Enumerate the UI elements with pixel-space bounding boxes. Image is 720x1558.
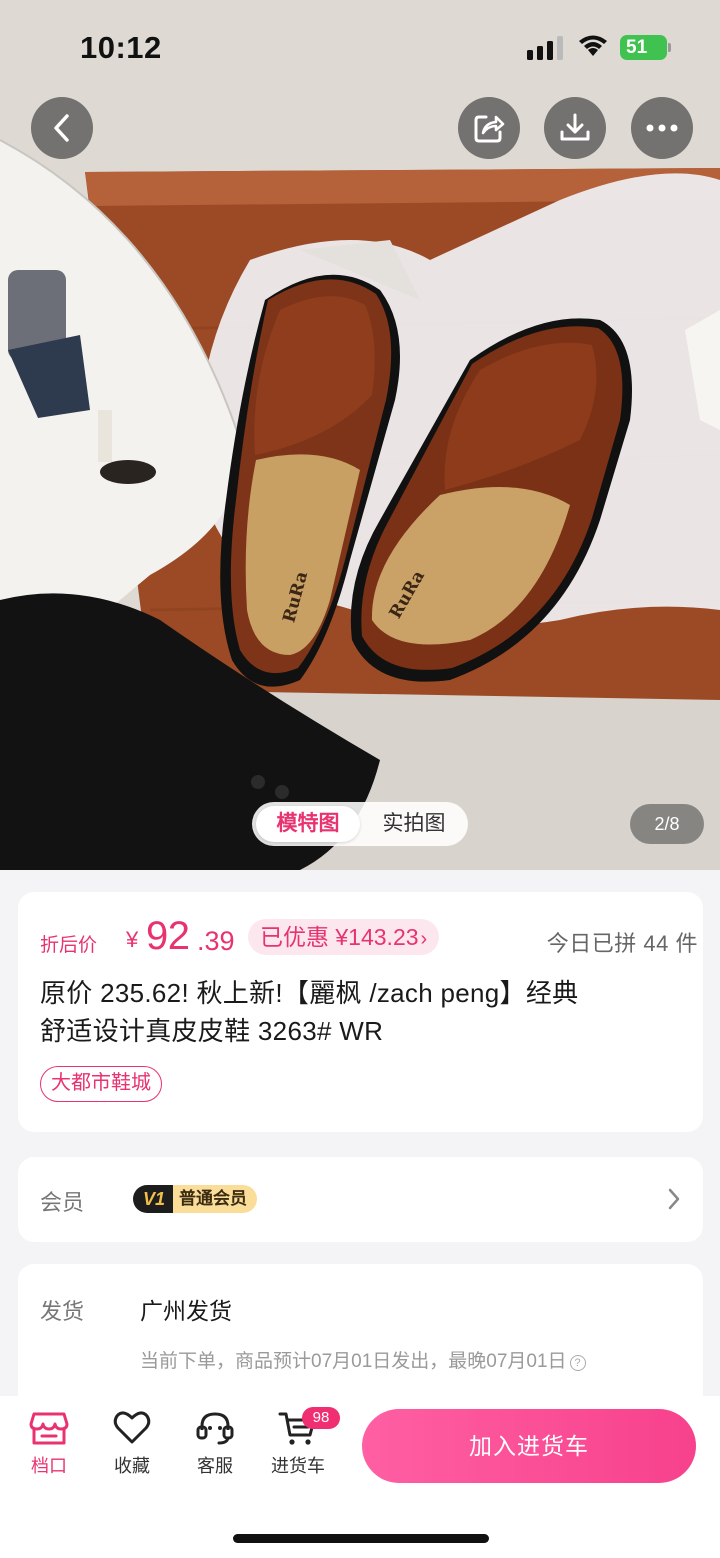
chevron-right-icon: ›	[420, 928, 428, 950]
cellular-signal-icon	[527, 36, 563, 60]
tab-model-photos[interactable]: 模特图	[256, 806, 360, 842]
discount-badge[interactable]: 已优惠 ¥143.23 ›	[248, 919, 440, 955]
currency-symbol: ¥	[126, 927, 139, 952]
discount-amount: 已优惠 ¥143.23	[260, 924, 419, 950]
nav-cart-label: 进货车	[271, 1456, 325, 1476]
tab-real-photos[interactable]: 实拍图	[364, 806, 464, 842]
nav-favorite-label: 收藏	[114, 1456, 150, 1476]
market-tag[interactable]: 大都市鞋城	[40, 1066, 162, 1102]
nav-store-label: 档口	[31, 1456, 67, 1476]
member-level: V1	[133, 1185, 174, 1213]
price-integer: 92	[146, 914, 190, 958]
price-card: 折后价 ¥ 92 .39 已优惠 ¥143.23 › 今日已拼 44 件 原价 2…	[18, 892, 703, 1132]
status-bar: 10:12 51	[0, 0, 720, 92]
price-decimal: .39	[197, 926, 235, 956]
help-icon[interactable]: ?	[569, 1355, 586, 1371]
shipping-eta: 当前下单，商品预计07月01日发出，最晚07月01日?	[140, 1346, 586, 1373]
sold-today-count: 今日已拼 44 件	[546, 931, 698, 956]
member-level-name: 普通会员	[173, 1185, 258, 1213]
nav-customer-service[interactable]: 客服	[175, 1410, 255, 1478]
product-title: 原价 235.62! 秋上新!【麗枫 /zach peng】经典 舒适设计真皮皮…	[40, 974, 680, 1050]
nav-favorite[interactable]: 收藏	[92, 1410, 172, 1478]
add-to-cart-button[interactable]: 加入进货车	[362, 1409, 696, 1483]
wifi-icon	[579, 35, 607, 56]
member-row[interactable]: 会员 V1 普通会员	[18, 1157, 703, 1242]
price-row: 折后价 ¥ 92 .39 已优惠 ¥143.23 › 今日已拼 44 件	[40, 914, 697, 962]
shipping-origin: 广州发货	[140, 1298, 232, 1324]
discount-price-label: 折后价	[40, 935, 98, 956]
more-button[interactable]	[631, 97, 693, 159]
status-time: 10:12	[80, 30, 162, 65]
headset-icon	[196, 1412, 234, 1445]
image-counter: 2/8	[630, 804, 704, 844]
download-icon	[560, 113, 590, 141]
product-photo: RuRa RuRa	[0, 0, 720, 870]
member-label: 会员	[40, 1190, 85, 1215]
product-title-line: 舒适设计真皮皮鞋 3263# WR	[40, 1016, 384, 1046]
download-button[interactable]	[544, 97, 606, 159]
member-level-badge: V1 普通会员	[133, 1185, 258, 1213]
heart-icon	[113, 1411, 151, 1444]
product-gallery[interactable]: RuRa RuRa 10:12 51 模特图 实拍图 2/8	[0, 0, 720, 870]
share-icon	[474, 115, 505, 143]
nav-cart[interactable]: 98 进货车	[258, 1407, 340, 1478]
store-icon	[29, 1412, 69, 1445]
share-button[interactable]	[458, 97, 520, 159]
nav-customer-service-label: 客服	[197, 1456, 233, 1476]
shipping-label: 发货	[40, 1299, 85, 1324]
gallery-view-toggle: 模特图 实拍图	[252, 802, 468, 846]
home-indicator	[233, 1534, 489, 1543]
shipping-eta-text: 当前下单，商品预计07月01日发出，最晚07月01日	[140, 1351, 567, 1372]
battery-level: 51	[620, 35, 667, 60]
product-title-line: 原价 235.62! 秋上新!【麗枫 /zach peng】经典	[40, 978, 579, 1008]
nav-store[interactable]: 档口	[9, 1410, 89, 1478]
battery-icon: 51	[620, 35, 672, 60]
chevron-right-icon	[668, 1188, 680, 1210]
chevron-left-icon	[54, 114, 69, 142]
cart-count-badge: 98	[302, 1407, 340, 1429]
more-dots-icon	[646, 124, 678, 132]
bottom-action-bar: 档口 收藏 客服 98 进货车 加入进货车	[0, 1396, 720, 1558]
back-button[interactable]	[31, 97, 93, 159]
